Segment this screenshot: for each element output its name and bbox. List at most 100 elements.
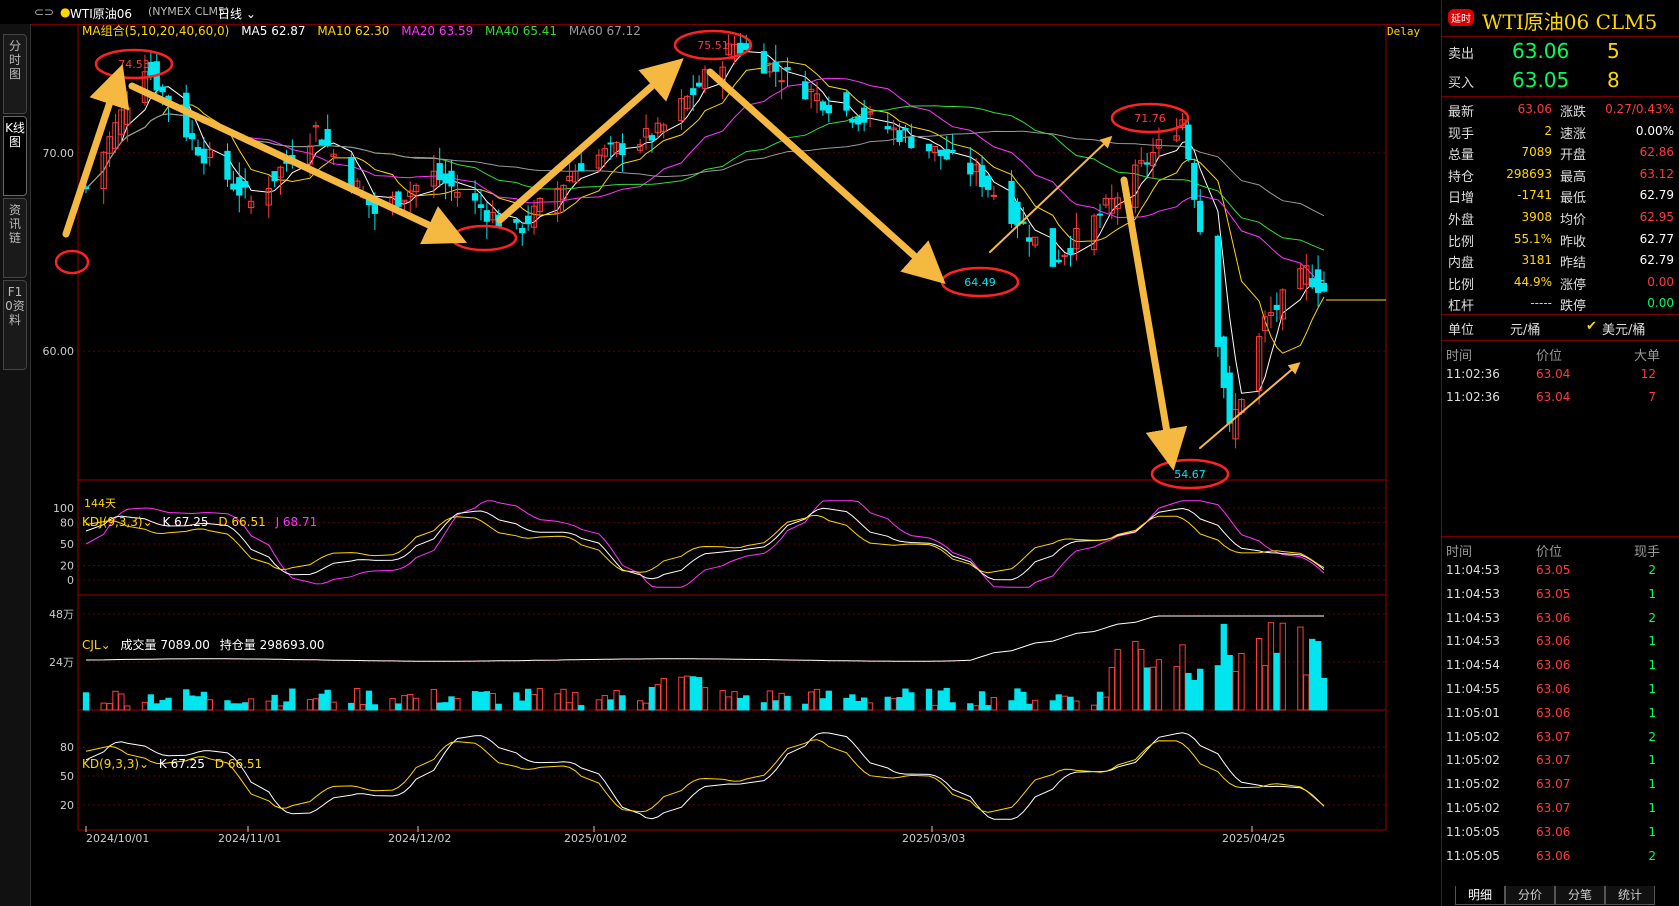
tick-price: 63.06 xyxy=(1536,848,1571,863)
delay-label: Delay xyxy=(1387,25,1421,38)
period-selector[interactable]: 日线 ⌄ xyxy=(218,5,256,22)
candle-body xyxy=(778,80,785,83)
tab-price-dist[interactable]: 分价 xyxy=(1505,886,1555,905)
volume-bar xyxy=(931,704,939,711)
tick-time: 11:04:53 xyxy=(1446,634,1500,649)
tab-f10[interactable]: F10资料 xyxy=(3,280,27,370)
tab-ticks[interactable]: 分笔 xyxy=(1555,886,1605,905)
volume-bar xyxy=(412,697,420,711)
volume-bar xyxy=(572,691,579,711)
volume-bar xyxy=(112,690,119,711)
candle-body xyxy=(471,193,479,201)
tab-detail[interactable]: 明细 xyxy=(1455,886,1505,905)
tick-row: 11:04:54 63.06 1 xyxy=(1442,655,1679,677)
volume-bar xyxy=(442,702,449,711)
peak-label: 75.51 xyxy=(697,39,729,52)
candle-body xyxy=(442,173,449,184)
quote-row: 现手 2 速涨 0.00% xyxy=(1442,120,1679,142)
volume-bar xyxy=(430,688,437,711)
tick-price: 63.06 xyxy=(1536,682,1571,696)
check-icon[interactable]: ✔ xyxy=(1586,319,1597,334)
kd-k: K 67.25 xyxy=(158,757,205,771)
tick-time: 11:04:54 xyxy=(1446,658,1500,673)
delay-badge: 延时 xyxy=(1448,9,1474,26)
quote-value: -1741 xyxy=(1517,188,1552,203)
volume-bar xyxy=(855,700,862,711)
volume-bar xyxy=(642,702,650,711)
volume-bar xyxy=(483,691,491,711)
left-tab-bar: 分时图 K线图 资讯链 F10资料 xyxy=(0,24,31,906)
volume-bar xyxy=(866,702,874,711)
tick-row: 11:05:05 63.06 1 xyxy=(1442,822,1679,844)
col-price: 价位 xyxy=(1536,349,1563,364)
volume-bar xyxy=(477,691,485,711)
kd-legend-label[interactable]: KD(9,3,3) xyxy=(82,757,139,771)
kdj-legend-label[interactable]: KDJ(9,3,3) xyxy=(82,515,143,529)
volume-bar xyxy=(330,701,337,711)
tab-news[interactable]: 资讯链 xyxy=(3,198,27,278)
ma-legend-label[interactable]: MA组合(5,10,20,40,60,0) xyxy=(82,24,229,38)
volume-bar xyxy=(448,696,455,711)
tick-time: 11:05:05 xyxy=(1446,848,1500,863)
volume-bar xyxy=(371,704,379,711)
tab-kline[interactable]: K线图 xyxy=(3,116,27,196)
quote-value: 62.95 xyxy=(1639,210,1674,224)
unit-usd-option[interactable]: 美元/桶 xyxy=(1602,319,1645,338)
tick-row: 11:04:53 63.06 2 xyxy=(1442,608,1679,630)
kline-chart[interactable]: 74.5375.5164.4971.7654.67 1008050200 48万… xyxy=(30,24,1440,906)
volume-bar xyxy=(849,694,856,711)
candle-body xyxy=(743,43,750,50)
link-icon[interactable]: ⊂⊃ xyxy=(34,5,54,19)
tick-qty: 1 xyxy=(1648,753,1656,768)
volume-bar xyxy=(513,692,520,711)
marker-circle xyxy=(54,249,90,275)
volume-bar xyxy=(436,702,443,711)
candle-body xyxy=(784,67,791,71)
cjl-legend-label[interactable]: CJL xyxy=(82,638,101,652)
volume-bar xyxy=(1114,648,1121,711)
volume-bar xyxy=(760,702,768,711)
tick-price: 63.04 xyxy=(1536,367,1571,381)
quote-row: 外盘 3908 均价 62.95 xyxy=(1442,206,1679,228)
tick-row: 11:04:53 63.05 2 xyxy=(1442,560,1679,582)
tick-time: 11:05:02 xyxy=(1446,753,1500,768)
quote-value: 63.12 xyxy=(1639,166,1674,181)
quote-value: 3908 xyxy=(1521,210,1552,224)
volume-bar xyxy=(200,691,208,711)
candle-body xyxy=(578,163,585,172)
bid-row: 买入 63.05 8 xyxy=(1442,67,1679,95)
tab-timeshare[interactable]: 分时图 xyxy=(3,34,27,114)
tick-time: 11:02:36 xyxy=(1446,390,1500,404)
volume-bar xyxy=(1267,622,1275,711)
volume-bar xyxy=(690,676,697,711)
tick-qty: 2 xyxy=(1648,563,1656,577)
volume-bar xyxy=(978,691,986,711)
ma-line xyxy=(85,51,1325,394)
volume-bar xyxy=(1226,654,1233,711)
volume-bar xyxy=(283,701,290,711)
volume-bar xyxy=(990,697,998,711)
tab-stats[interactable]: 统计 xyxy=(1605,886,1655,905)
volume-bar xyxy=(1049,700,1056,711)
volume-bar xyxy=(861,697,868,711)
tick-qty: 1 xyxy=(1648,777,1656,792)
volume-bar xyxy=(407,693,414,711)
volume-bar xyxy=(141,701,149,711)
big-order-row[interactable]: 11:02:36 63.04 7 xyxy=(1442,387,1679,409)
kd-panel: 80 50 20 xyxy=(60,732,1386,820)
quote-label: 涨停 xyxy=(1560,277,1587,293)
big-order-row[interactable]: 11:02:36 63.04 12 xyxy=(1442,364,1679,386)
volume-bar xyxy=(1191,679,1198,711)
peak-label: 74.53 xyxy=(118,58,150,71)
candle-body xyxy=(607,142,614,145)
quote-value: 2 xyxy=(1544,123,1552,138)
candle-body xyxy=(194,147,202,156)
volume-bar xyxy=(1014,688,1021,711)
trend-arrow xyxy=(1199,362,1301,449)
volume-bar xyxy=(265,700,272,711)
candle-body xyxy=(695,82,703,87)
x-tick-label: 2024/11/01 xyxy=(218,832,281,845)
quote-value: 62.79 xyxy=(1639,253,1674,268)
tick-qty: 12 xyxy=(1640,367,1656,381)
tick-time: 11:05:05 xyxy=(1446,824,1500,839)
